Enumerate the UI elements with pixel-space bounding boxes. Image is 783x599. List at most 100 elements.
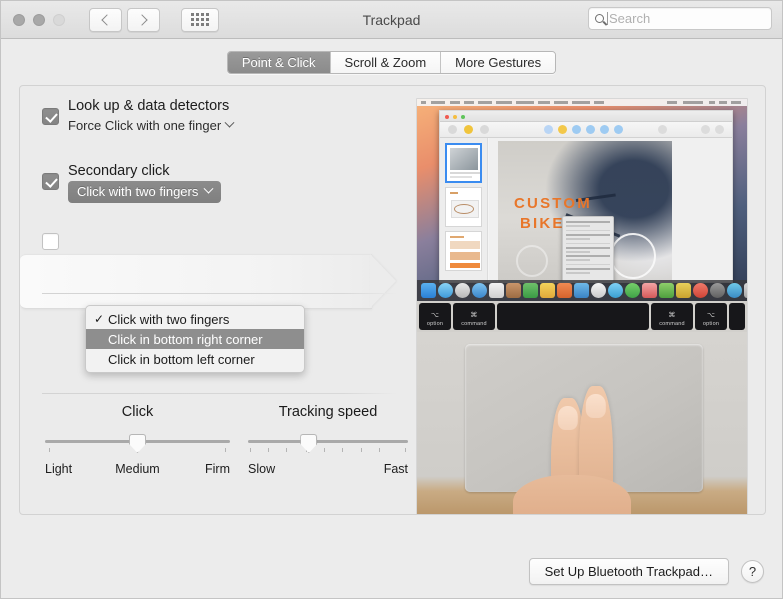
tab-scroll-and-zoom[interactable]: Scroll & Zoom (330, 51, 442, 73)
popup-look-up-value: Force Click with one finger (68, 118, 222, 133)
preview-contextual-menu (562, 216, 614, 282)
preview-fingernail (557, 406, 579, 430)
preview-fingernail (585, 394, 607, 418)
option-look-up-text: Look up & data detectors Force Click wit… (68, 96, 235, 135)
slider-title-tracking-speed: Tracking speed (278, 404, 378, 420)
preview-bike-wheel (516, 245, 548, 277)
slider-labels-click: Light Medium Firm (45, 462, 230, 476)
search-field[interactable]: Search (588, 7, 772, 30)
section-divider-top (42, 293, 397, 294)
preview-menu-bar (417, 99, 747, 106)
slider-tick (379, 448, 381, 452)
secondary-click-dropdown-menu[interactable]: ✓ Click with two fingers Click in bottom… (85, 305, 305, 373)
chevron-down-icon (203, 183, 214, 194)
menu-item-click-in-bottom-left-corner[interactable]: Click in bottom left corner (86, 349, 304, 369)
minimize-window-button[interactable] (33, 13, 45, 26)
preview-key-command-right: ⌘ command (651, 303, 693, 330)
traffic-lights (13, 13, 65, 26)
preview-bike-wheel (610, 233, 656, 279)
preview-pages-toolbar (440, 122, 732, 138)
option-row-tap-to-click[interactable] (20, 221, 418, 250)
menu-item-label: Click in bottom left corner (108, 351, 255, 367)
slider-title-click: Click (121, 404, 154, 420)
slider-thumb-click[interactable] (129, 434, 146, 453)
zoom-window-button[interactable] (53, 13, 65, 26)
slider-block-click: Click Light Medium Firm (45, 404, 230, 476)
preferences-window: Trackpad Search Point & Click Scroll & Z… (0, 0, 783, 599)
preview-dock (417, 280, 747, 301)
slider-tick (405, 448, 406, 452)
preview-mac-screen: CUSTOM BIKES (417, 99, 747, 301)
slider-label-light: Light (45, 462, 73, 476)
navigation-buttons (89, 7, 219, 32)
gesture-preview-video[interactable]: CUSTOM BIKES ⌥ option ⌘ command ⌘ comman… (416, 98, 748, 514)
tab-more-gestures[interactable]: More Gestures (441, 51, 556, 73)
chevron-right-icon (136, 13, 148, 26)
slider-track-click[interactable] (45, 434, 230, 458)
text-caret (607, 12, 608, 25)
tab-bar: Point & Click Scroll & Zoom More Gesture… (1, 39, 782, 85)
help-button[interactable]: ? (741, 559, 764, 583)
grid-icon (191, 13, 209, 26)
menu-item-click-in-bottom-right-corner[interactable]: Click in bottom right corner (86, 329, 304, 349)
section-divider-bottom (42, 393, 397, 394)
secondary-click-highlight (20, 254, 400, 309)
slider-tick (268, 448, 269, 452)
show-all-preferences-button[interactable] (181, 7, 219, 32)
option-label-silent-clicking: Silent clicking (68, 511, 156, 514)
search-icon (595, 14, 604, 23)
slider-block-tracking-speed: Tracking speed Slow Fast (248, 404, 408, 476)
bottom-options-section: Silent clicking Force Click and haptic f… (20, 511, 418, 515)
preview-pages-window: CUSTOM BIKES (439, 110, 733, 283)
preview-hand-palm (513, 475, 631, 514)
checkbox-secondary-click[interactable] (42, 173, 59, 190)
slider-tick (49, 448, 50, 452)
option-title-secondary-click: Secondary click (68, 163, 170, 179)
option-secondary-click-text: Secondary click Click with two fingers (68, 161, 222, 203)
checkbox-tap-to-click[interactable] (42, 233, 59, 250)
gesture-preview-pane: CUSTOM BIKES ⌥ option ⌘ command ⌘ comman… (416, 86, 765, 514)
slider-tick (225, 448, 226, 452)
preview-keyboard-strip: ⌥ option ⌘ command ⌘ command ⌥ option (417, 301, 747, 332)
slider-tick (360, 448, 362, 452)
option-row-secondary-click[interactable]: Secondary click Click with two fingers (20, 161, 418, 203)
slider-tick (286, 448, 288, 452)
menu-item-label: Click with two fingers (108, 311, 230, 327)
slider-tick (342, 448, 344, 452)
option-row-look-up[interactable]: Look up & data detectors Force Click wit… (20, 96, 418, 135)
checkbox-silent-clicking[interactable] (42, 514, 59, 515)
window-footer: Set Up Bluetooth Trackpad… ? (1, 544, 782, 598)
forward-button[interactable] (127, 7, 160, 32)
menu-item-label: Click in bottom right corner (108, 331, 263, 347)
slider-track-tracking-speed[interactable] (248, 434, 408, 458)
preview-key-arrow (729, 303, 745, 330)
chevron-left-icon (101, 13, 113, 26)
preview-pages-titlebar (440, 111, 732, 122)
slider-label-slow: Slow (248, 462, 276, 476)
set-up-bluetooth-trackpad-button[interactable]: Set Up Bluetooth Trackpad… (528, 557, 729, 585)
sliders-section: Click Light Medium Firm Tracking speed S… (20, 404, 418, 476)
preview-document-headline-1: CUSTOM (514, 195, 592, 212)
option-title-look-up: Look up & data detectors (68, 98, 230, 114)
popup-look-up-modifier[interactable]: Force Click with one finger (68, 116, 235, 135)
menu-item-click-with-two-fingers[interactable]: ✓ Click with two fingers (86, 309, 304, 329)
slider-rail (248, 440, 408, 443)
checkmark-icon: ✓ (94, 312, 105, 326)
settings-left-column: Look up & data detectors Force Click wit… (20, 86, 418, 514)
back-button[interactable] (89, 7, 122, 32)
preview-slide-thumb (445, 143, 482, 183)
preview-slide-thumb (445, 187, 482, 227)
checkbox-look-up-and-data-detectors[interactable] (42, 108, 59, 125)
tab-point-and-click[interactable]: Point & Click (227, 51, 331, 73)
option-row-silent-clicking[interactable]: Silent clicking (20, 511, 418, 515)
preview-trackpad-area (417, 332, 747, 514)
preview-key-option-left: ⌥ option (419, 303, 451, 330)
slider-thumb-tracking-speed[interactable] (300, 434, 318, 453)
preview-pages-canvas: CUSTOM BIKES (489, 138, 732, 282)
search-placeholder: Search (609, 11, 651, 26)
content-area: Look up & data detectors Force Click wit… (1, 85, 782, 598)
preview-key-option-right: ⌥ option (695, 303, 727, 330)
close-window-button[interactable] (13, 13, 25, 26)
popup-secondary-click-value: Click with two fingers (77, 184, 199, 199)
popup-secondary-click-mode[interactable]: Click with two fingers (68, 181, 222, 203)
